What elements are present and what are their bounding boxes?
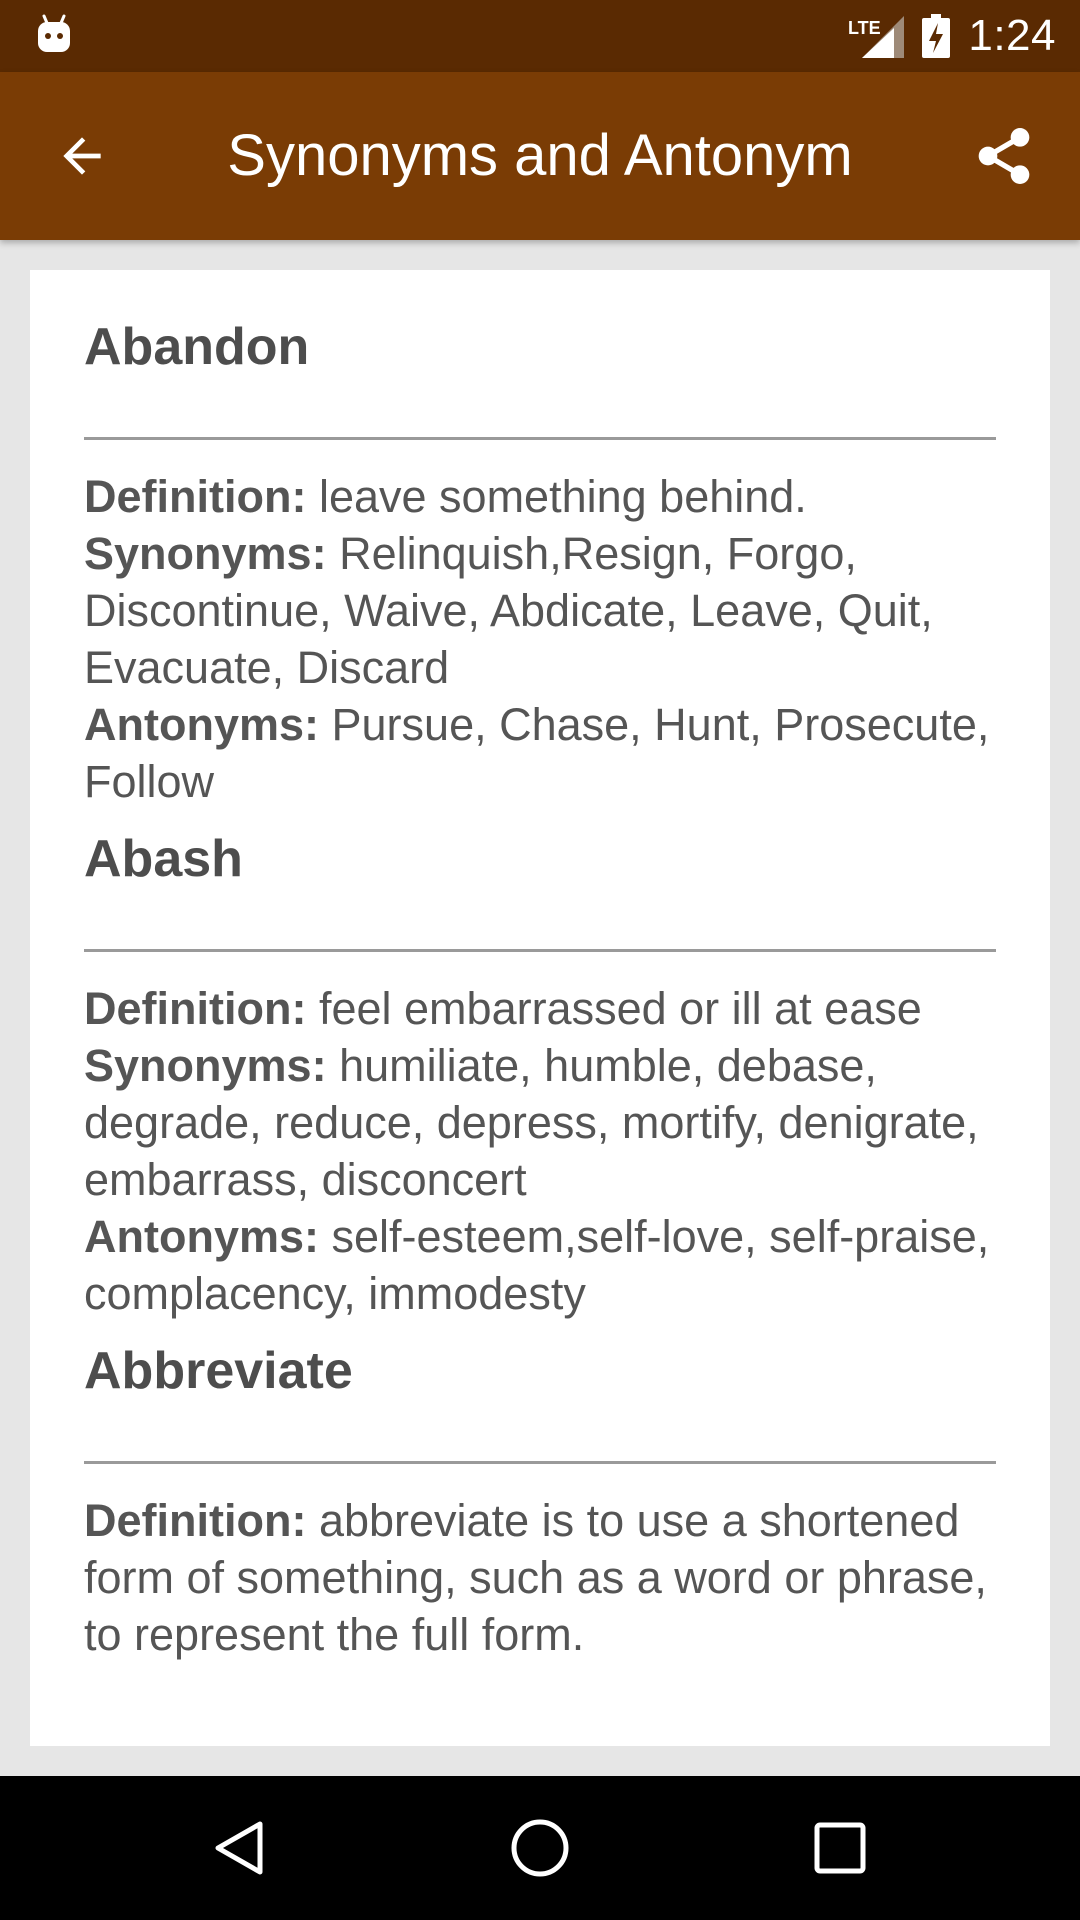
definition-value: feel embarrassed or ill at ease [318, 983, 922, 1034]
status-icons: LTE 1:24 [848, 0, 1056, 72]
word-entry: Abandon Definition: leave something behi… [84, 270, 996, 810]
word-heading: Abandon [84, 318, 310, 376]
share-icon [978, 128, 1030, 184]
antonyms-label: Antonyms: [84, 1211, 319, 1262]
synonyms-text: Synonyms: humiliate, humble, debase, deg… [84, 1037, 996, 1208]
definition-text: Definition: feel embarrassed or ill at e… [84, 980, 996, 1037]
arrow-back-icon [63, 137, 101, 175]
battery-charging-icon [922, 14, 951, 58]
status-bar: LTE 1:24 [0, 0, 1080, 72]
definition-label: Definition: [84, 471, 307, 522]
definition-text: Definition: abbreviate is to use a short… [84, 1492, 996, 1663]
definition-label: Definition: [84, 1495, 307, 1546]
nav-back-button[interactable] [200, 1808, 280, 1888]
word-heading: Abash [84, 830, 243, 888]
antonyms-text: Antonyms: Pursue, Chase, Hunt, Prosecute… [84, 696, 996, 810]
app-bar: Synonyms and Antonym [0, 72, 1080, 240]
word-list-card[interactable]: Abandon Definition: leave something behi… [30, 270, 1050, 1746]
synonyms-label: Synonyms: [84, 528, 327, 579]
recents-square-icon [814, 1822, 866, 1874]
nav-recents-button[interactable] [800, 1808, 880, 1888]
back-button[interactable] [36, 110, 128, 202]
status-time: 1:24 [968, 11, 1056, 60]
app-title: Synonyms and Antonym [227, 123, 853, 188]
share-button[interactable] [956, 108, 1052, 204]
divider [84, 1461, 996, 1464]
navigation-bar [0, 1776, 1080, 1920]
back-triangle-icon [215, 1821, 263, 1875]
nav-home-button[interactable] [500, 1808, 580, 1888]
word-entry: Abbreviate Definition: abbreviate is to … [84, 1322, 996, 1663]
svg-text:LTE: LTE [848, 18, 881, 38]
lte-signal-icon: LTE [848, 14, 905, 58]
antonyms-label: Antonyms: [84, 699, 319, 750]
divider [84, 949, 996, 952]
synonyms-label: Synonyms: [84, 1040, 327, 1091]
android-notification-icon [36, 14, 72, 54]
antonyms-text: Antonyms: self-esteem,self-love, self-pr… [84, 1208, 996, 1322]
home-circle-icon [511, 1819, 569, 1877]
definition-label: Definition: [84, 983, 307, 1034]
definition-value: leave something behind. [318, 471, 807, 522]
word-entry: Abash Definition: feel embarrassed or il… [84, 810, 996, 1322]
synonyms-text: Synonyms: Relinquish,Resign, Forgo, Disc… [84, 525, 996, 696]
divider [84, 437, 996, 440]
definition-text: Definition: leave something behind. [84, 468, 996, 525]
word-heading: Abbreviate [84, 1342, 353, 1400]
